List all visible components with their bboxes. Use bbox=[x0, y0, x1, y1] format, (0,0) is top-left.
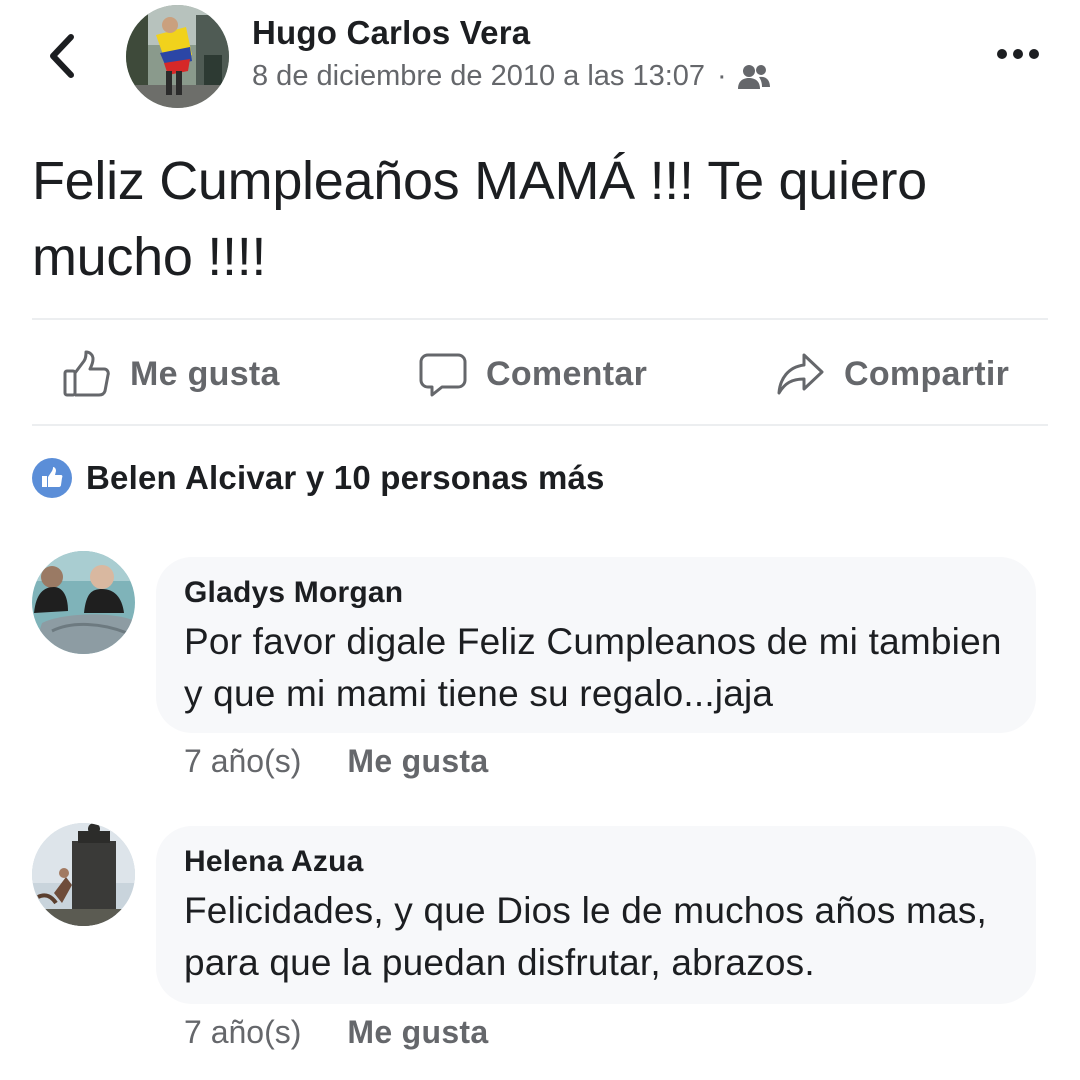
divider-bottom bbox=[32, 424, 1048, 426]
comment-text: Felicidades, y que Dios le de muchos año… bbox=[184, 890, 988, 983]
reactions-summary[interactable]: Belen Alcivar y 10 personas más bbox=[32, 456, 605, 500]
like-reaction-icon bbox=[32, 458, 72, 498]
more-horizontal-icon bbox=[997, 49, 1039, 59]
comment-time: 7 año(s) bbox=[184, 742, 302, 779]
share-icon bbox=[777, 353, 824, 395]
author-name[interactable]: Hugo Carlos Vera bbox=[252, 14, 530, 52]
reactions-text: Belen Alcivar y 10 personas más bbox=[86, 459, 605, 496]
comment-author[interactable]: Gladys Morgan bbox=[184, 575, 1008, 611]
commenter-avatar[interactable] bbox=[32, 551, 135, 654]
meta-separator: · bbox=[717, 60, 727, 92]
author-avatar[interactable] bbox=[126, 5, 229, 108]
chevron-left-icon bbox=[50, 34, 74, 78]
like-label: Me gusta bbox=[130, 354, 280, 393]
comment-text: Por favor digale Feliz Cumpleanos de mi … bbox=[184, 621, 1002, 714]
divider-top bbox=[32, 318, 1048, 320]
post-header: Hugo Carlos Vera 8 de diciembre de 2010 … bbox=[0, 0, 1080, 120]
comment-bubble: Helena Azua Felicidades, y que Dios le d… bbox=[156, 826, 1036, 1004]
friends-icon[interactable] bbox=[737, 64, 771, 90]
comment-icon bbox=[419, 353, 467, 397]
more-options-button[interactable] bbox=[990, 36, 1046, 72]
comment-like-button[interactable]: Me gusta bbox=[347, 743, 488, 780]
author-avatar-image bbox=[126, 5, 229, 108]
comment-button[interactable]: Comentar bbox=[418, 346, 647, 402]
comment-author[interactable]: Helena Azua bbox=[184, 844, 1008, 880]
post-text: Feliz Cumpleaños MAMÁ !!! Te quiero much… bbox=[32, 151, 927, 287]
commenter-avatar-image bbox=[32, 823, 135, 926]
comment-meta: 7 año(s) Me gusta bbox=[184, 739, 488, 783]
share-button[interactable]: Compartir bbox=[776, 346, 1009, 402]
commenter-avatar[interactable] bbox=[32, 823, 135, 926]
post-timestamp[interactable]: 8 de diciembre de 2010 a las 13:07 bbox=[252, 60, 705, 93]
comment-meta: 7 año(s) Me gusta bbox=[184, 1010, 488, 1054]
comment-label: Comentar bbox=[486, 354, 648, 393]
commenter-avatar-image bbox=[32, 551, 135, 654]
back-button[interactable] bbox=[40, 30, 84, 82]
comment-like-button[interactable]: Me gusta bbox=[347, 1014, 488, 1051]
comment-bubble: Gladys Morgan Por favor digale Feliz Cum… bbox=[156, 557, 1036, 733]
share-label: Compartir bbox=[844, 354, 1010, 393]
post-meta: 8 de diciembre de 2010 a las 13:07 · bbox=[252, 60, 771, 93]
like-button[interactable]: Me gusta bbox=[62, 346, 280, 402]
comment-time: 7 año(s) bbox=[184, 1013, 302, 1050]
thumbs-up-icon bbox=[63, 350, 110, 397]
